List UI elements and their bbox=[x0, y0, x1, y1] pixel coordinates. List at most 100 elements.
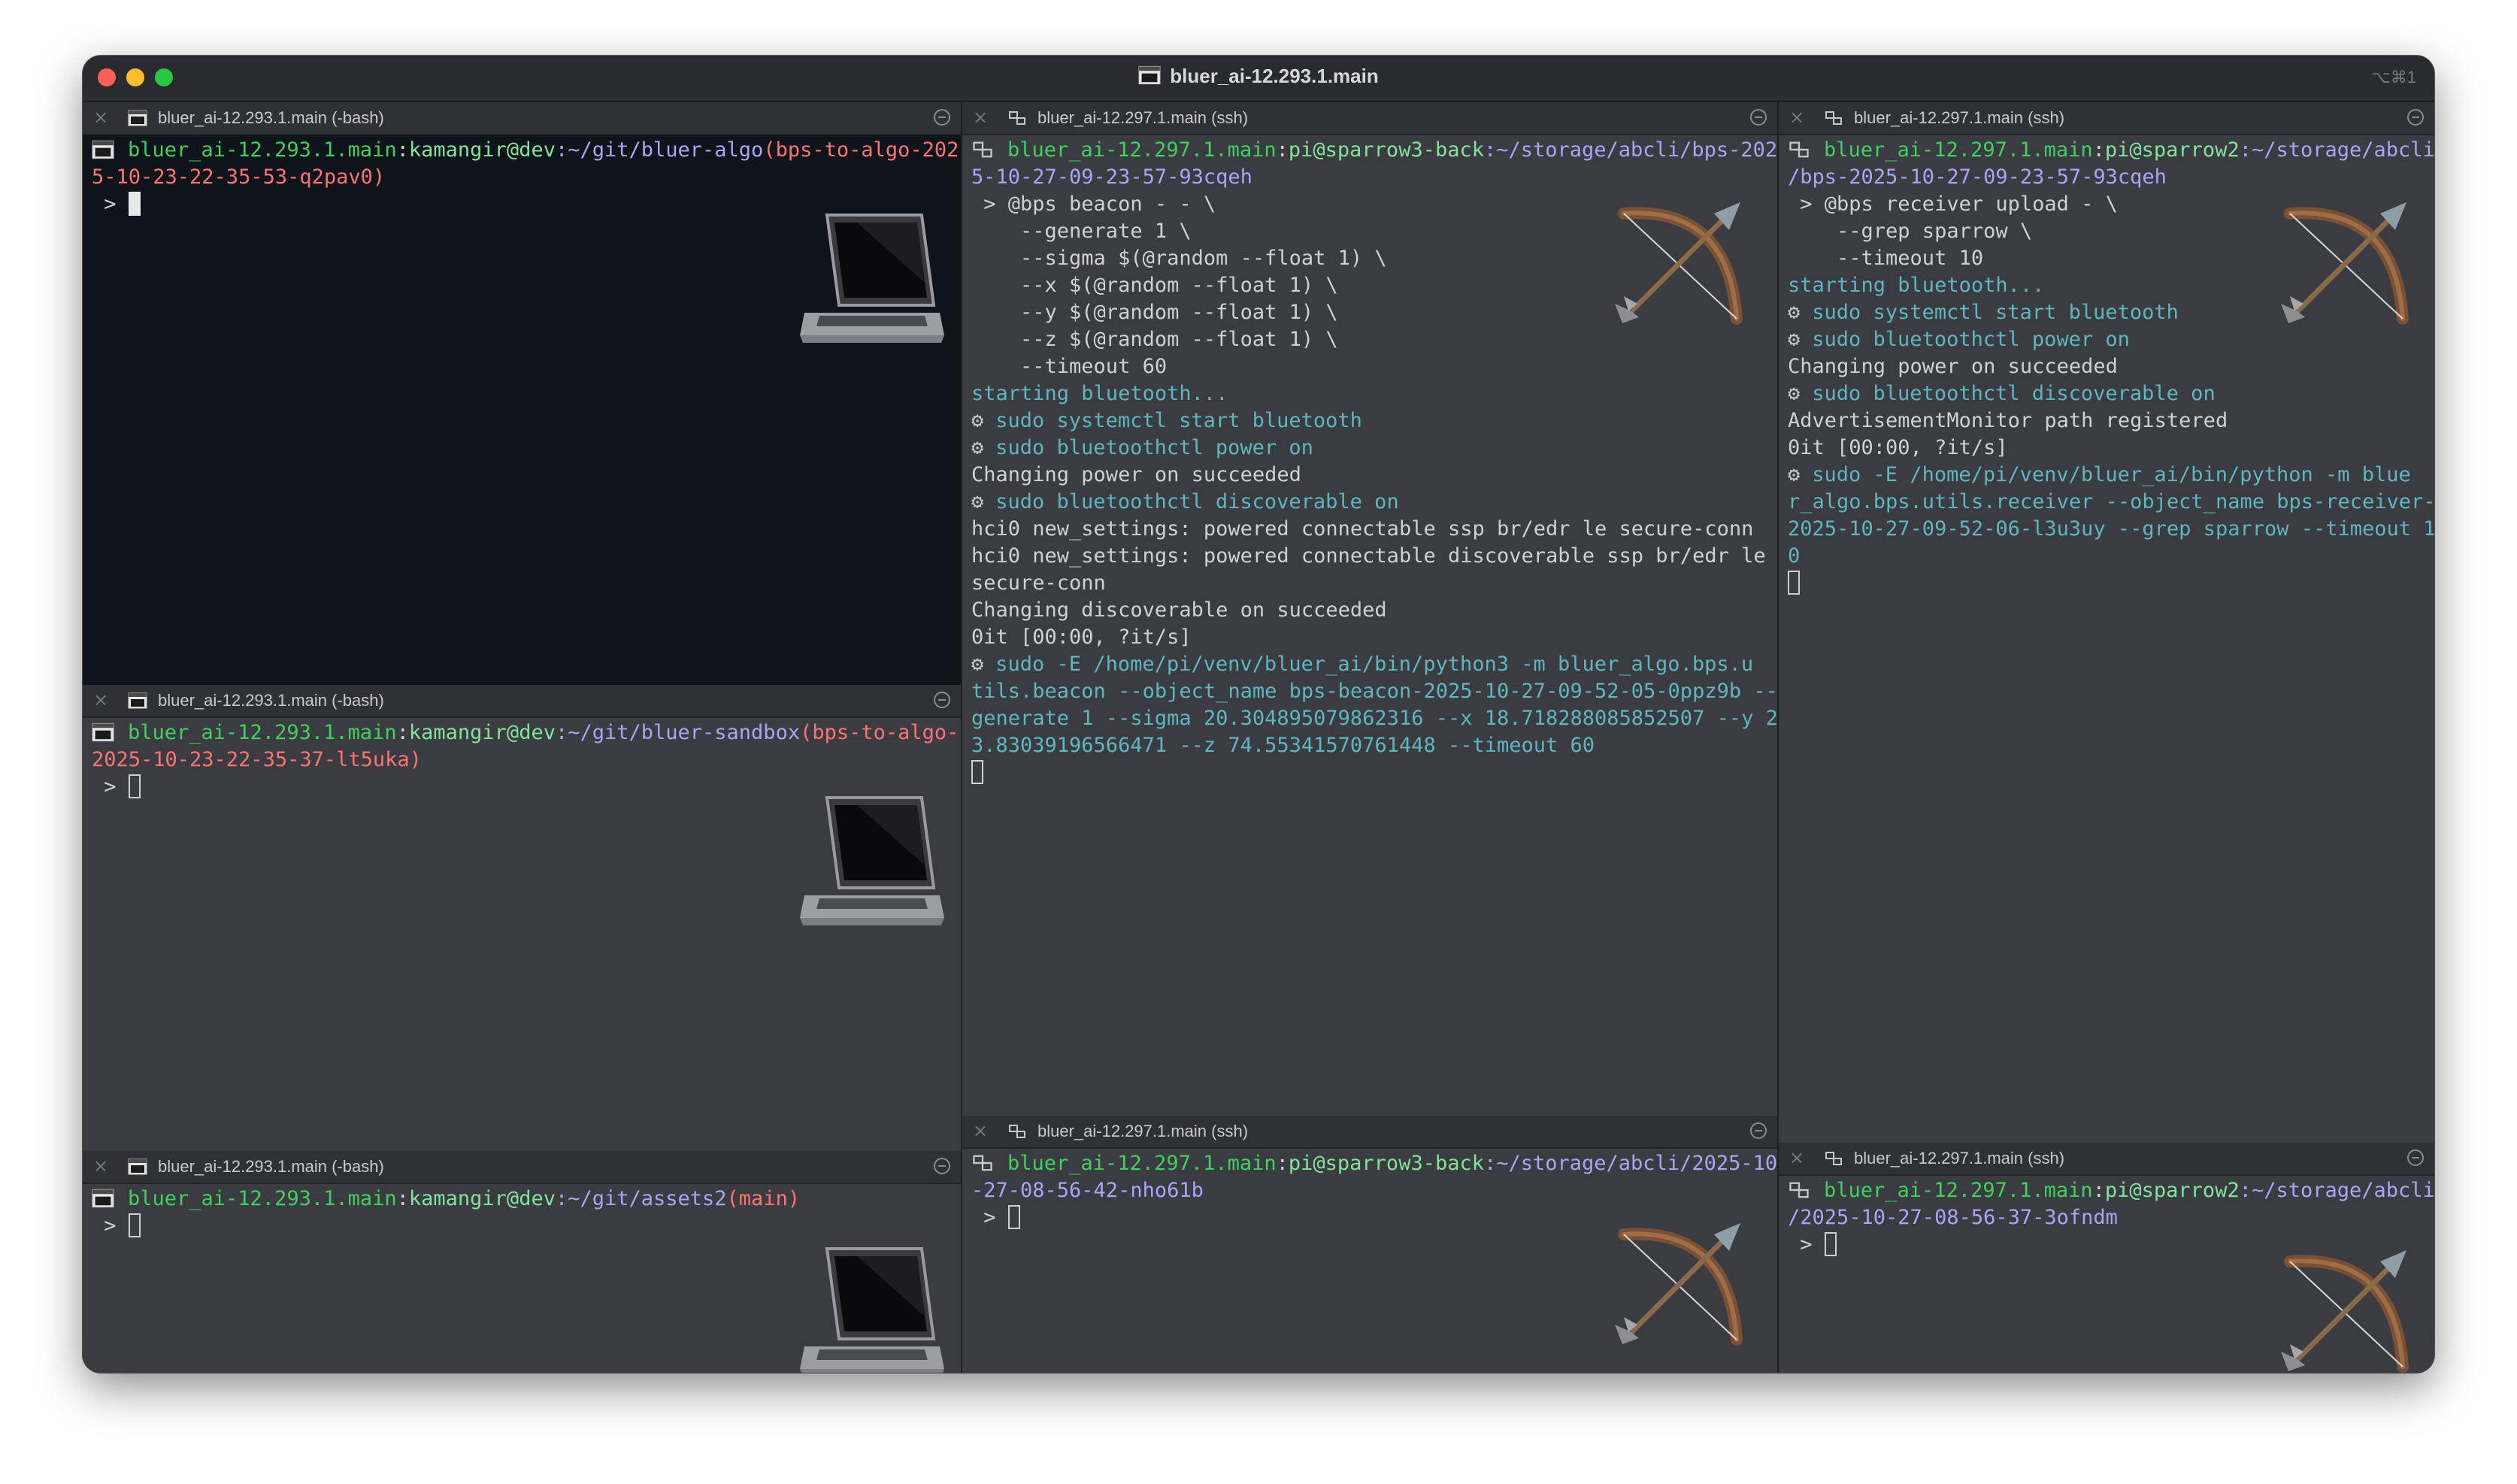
output-line: AdvertisementMonitor path registered bbox=[1788, 409, 2228, 432]
prompt-host: bluer_ai-12.297.1.main bbox=[1007, 138, 1277, 162]
terminal-pane-7[interactable]: × bluer_ai-12.297.1.main (ssh) bluer_ai-… bbox=[1779, 1143, 2434, 1373]
gear-icon: ⚙ bbox=[1788, 301, 1801, 324]
window-title: bluer_ai-12.293.1.main bbox=[83, 65, 2434, 88]
bow-and-arrow-icon bbox=[2267, 1239, 2418, 1373]
close-pane-icon[interactable]: × bbox=[973, 107, 988, 128]
network-icon bbox=[1824, 110, 1843, 126]
pane-menu-icon[interactable] bbox=[934, 1158, 950, 1174]
terminal-pane-3[interactable]: × bluer_ai-12.293.1.main (-bash) bluer_a… bbox=[83, 1151, 961, 1373]
pane-menu-icon[interactable] bbox=[2407, 1149, 2424, 1166]
prompt-host: bluer_ai-12.293.1.main bbox=[128, 721, 397, 744]
terminal-icon bbox=[128, 110, 147, 126]
text-cursor bbox=[1007, 1205, 1020, 1229]
terminal-icon bbox=[1138, 65, 1161, 85]
gear-icon: ⚙ bbox=[971, 409, 984, 432]
output-line: hci0 new_settings: powered connectable d… bbox=[971, 544, 1766, 568]
terminal-pane-1[interactable]: × bluer_ai-12.293.1.main (-bash) bluer_a… bbox=[83, 102, 961, 685]
prompt-path-cont: /bps-2025-10-27-09-23-57-93cqeh bbox=[1788, 165, 2167, 189]
terminal-icon bbox=[92, 1189, 114, 1208]
output-line: secure-conn bbox=[971, 571, 1106, 595]
close-pane-icon[interactable]: × bbox=[1789, 107, 1804, 128]
prompt-path: :~/storage/abcli/bps-202 bbox=[1483, 138, 1777, 162]
prompt-user: pi@sparrow3-back bbox=[1288, 1152, 1484, 1175]
pane-title: bluer_ai-12.297.1.main (ssh) bbox=[1037, 108, 1249, 127]
prompt-branch-cont: 2025-10-23-22-35-37-lt5uka) bbox=[92, 748, 422, 771]
prompt-marker: > bbox=[971, 1206, 1008, 1229]
pane-menu-icon[interactable] bbox=[934, 692, 950, 708]
output-line: Changing power on succeeded bbox=[971, 463, 1301, 486]
prompt-branch: (bps-to-algo- bbox=[800, 721, 959, 744]
pane-tab-bar: × bluer_ai-12.293.1.main (-bash) bbox=[83, 685, 961, 718]
pane-menu-icon[interactable] bbox=[934, 109, 950, 126]
close-pane-icon[interactable]: × bbox=[973, 1120, 988, 1141]
output-line: 0 bbox=[1788, 544, 1801, 568]
prompt-path-cont: /2025-10-27-08-56-37-3ofndm bbox=[1788, 1206, 2118, 1229]
output-line: hci0 new_settings: powered connectable s… bbox=[971, 517, 1754, 541]
prompt-path: :~/git/bluer-sandbox bbox=[555, 721, 801, 744]
prompt-host: bluer_ai-12.297.1.main bbox=[1007, 1152, 1277, 1175]
output-line: sudo bluetoothctl discoverable on bbox=[1812, 382, 2216, 405]
output-line: sudo -E /home/pi/venv/bluer_ai/bin/pytho… bbox=[995, 653, 1754, 676]
pane-title: bluer_ai-12.297.1.main (ssh) bbox=[1854, 1149, 2065, 1168]
pane-divider[interactable] bbox=[1777, 102, 1779, 1373]
prompt-host: bluer_ai-12.297.1.main bbox=[1824, 138, 2093, 162]
pane-divider[interactable] bbox=[961, 102, 962, 1373]
command-line: --timeout 60 bbox=[971, 355, 1168, 378]
text-cursor bbox=[128, 192, 141, 216]
network-icon bbox=[971, 1153, 994, 1173]
network-icon bbox=[1824, 1150, 1843, 1167]
gear-icon: ⚙ bbox=[1788, 463, 1801, 486]
prompt-user: pi@sparrow2 bbox=[2104, 138, 2240, 162]
laptop-icon bbox=[797, 200, 947, 350]
prompt-host: bluer_ai-12.293.1.main bbox=[128, 1187, 397, 1210]
close-pane-icon[interactable]: × bbox=[1789, 1147, 1804, 1168]
prompt-path-cont: -27-08-56-42-nho61b bbox=[971, 1179, 1204, 1202]
output-line: generate 1 --sigma 20.304895079862316 --… bbox=[971, 707, 1777, 730]
terminal-pane-4[interactable]: × bluer_ai-12.297.1.main (ssh) bluer_ai-… bbox=[962, 102, 1777, 1155]
prompt-host: bluer_ai-12.293.1.main bbox=[128, 138, 397, 162]
bow-and-arrow-icon bbox=[1601, 191, 1752, 341]
prompt-path: :~/storage/abcli bbox=[2239, 1179, 2434, 1202]
terminal-pane-2[interactable]: × bluer_ai-12.293.1.main (-bash) bluer_a… bbox=[83, 685, 961, 1151]
prompt-marker: > bbox=[92, 192, 129, 216]
pane-tab-bar: × bluer_ai-12.297.1.main (ssh) bbox=[1779, 1143, 2434, 1176]
text-cursor bbox=[128, 1213, 141, 1237]
pane-title: bluer_ai-12.293.1.main (-bash) bbox=[158, 108, 384, 127]
pane-menu-icon[interactable] bbox=[2407, 109, 2424, 126]
network-icon bbox=[1788, 140, 1810, 159]
network-icon bbox=[1788, 1180, 1810, 1200]
pane-menu-icon[interactable] bbox=[1750, 1122, 1767, 1139]
prompt-marker: > bbox=[92, 775, 129, 798]
terminal-pane-5[interactable]: × bluer_ai-12.297.1.main (ssh) bluer_ai-… bbox=[962, 1116, 1777, 1373]
terminal-icon bbox=[92, 140, 114, 159]
prompt-user: kamangir@dev bbox=[408, 1187, 556, 1210]
close-pane-icon[interactable]: × bbox=[93, 107, 108, 128]
close-pane-icon[interactable]: × bbox=[93, 689, 108, 710]
gear-icon: ⚙ bbox=[971, 653, 984, 676]
pane-title: bluer_ai-12.293.1.main (-bash) bbox=[158, 691, 384, 710]
prompt-branch: (bps-to-algo-202 bbox=[763, 138, 959, 162]
pane-menu-icon[interactable] bbox=[1750, 109, 1767, 126]
pane-title: bluer_ai-12.297.1.main (ssh) bbox=[1854, 108, 2065, 127]
terminal-icon bbox=[128, 692, 147, 709]
pane-tab-bar: × bluer_ai-12.293.1.main (-bash) bbox=[83, 1151, 961, 1184]
output-line: 3.83039196566471 --z 74.55341570761448 -… bbox=[971, 734, 1595, 757]
window-titlebar: bluer_ai-12.293.1.main ⌥⌘1 bbox=[83, 56, 2434, 102]
output-line: tils.beacon --object_name bps-beacon-202… bbox=[971, 680, 1777, 703]
prompt-marker: > bbox=[92, 1214, 129, 1237]
network-icon bbox=[971, 140, 994, 159]
output-line: starting bluetooth... bbox=[971, 382, 1228, 405]
close-pane-icon[interactable]: × bbox=[93, 1155, 108, 1177]
prompt-path: :~/git/assets2 bbox=[555, 1187, 727, 1210]
pane-tab-bar: × bluer_ai-12.297.1.main (ssh) bbox=[1779, 102, 2434, 135]
network-icon bbox=[1007, 110, 1027, 126]
bow-and-arrow-icon bbox=[1601, 1212, 1752, 1362]
pane-title: bluer_ai-12.293.1.main (-bash) bbox=[158, 1157, 384, 1176]
laptop-icon bbox=[797, 783, 947, 933]
gear-icon: ⚙ bbox=[971, 490, 984, 513]
window-shortcut: ⌥⌘1 bbox=[2371, 68, 2416, 86]
text-cursor bbox=[1824, 1232, 1837, 1256]
terminal-pane-6[interactable]: × bluer_ai-12.297.1.main (ssh) bluer_ai-… bbox=[1779, 102, 2434, 1143]
pane-tab-bar: × bluer_ai-12.297.1.main (ssh) bbox=[962, 1116, 1777, 1149]
laptop-icon bbox=[797, 1234, 947, 1373]
